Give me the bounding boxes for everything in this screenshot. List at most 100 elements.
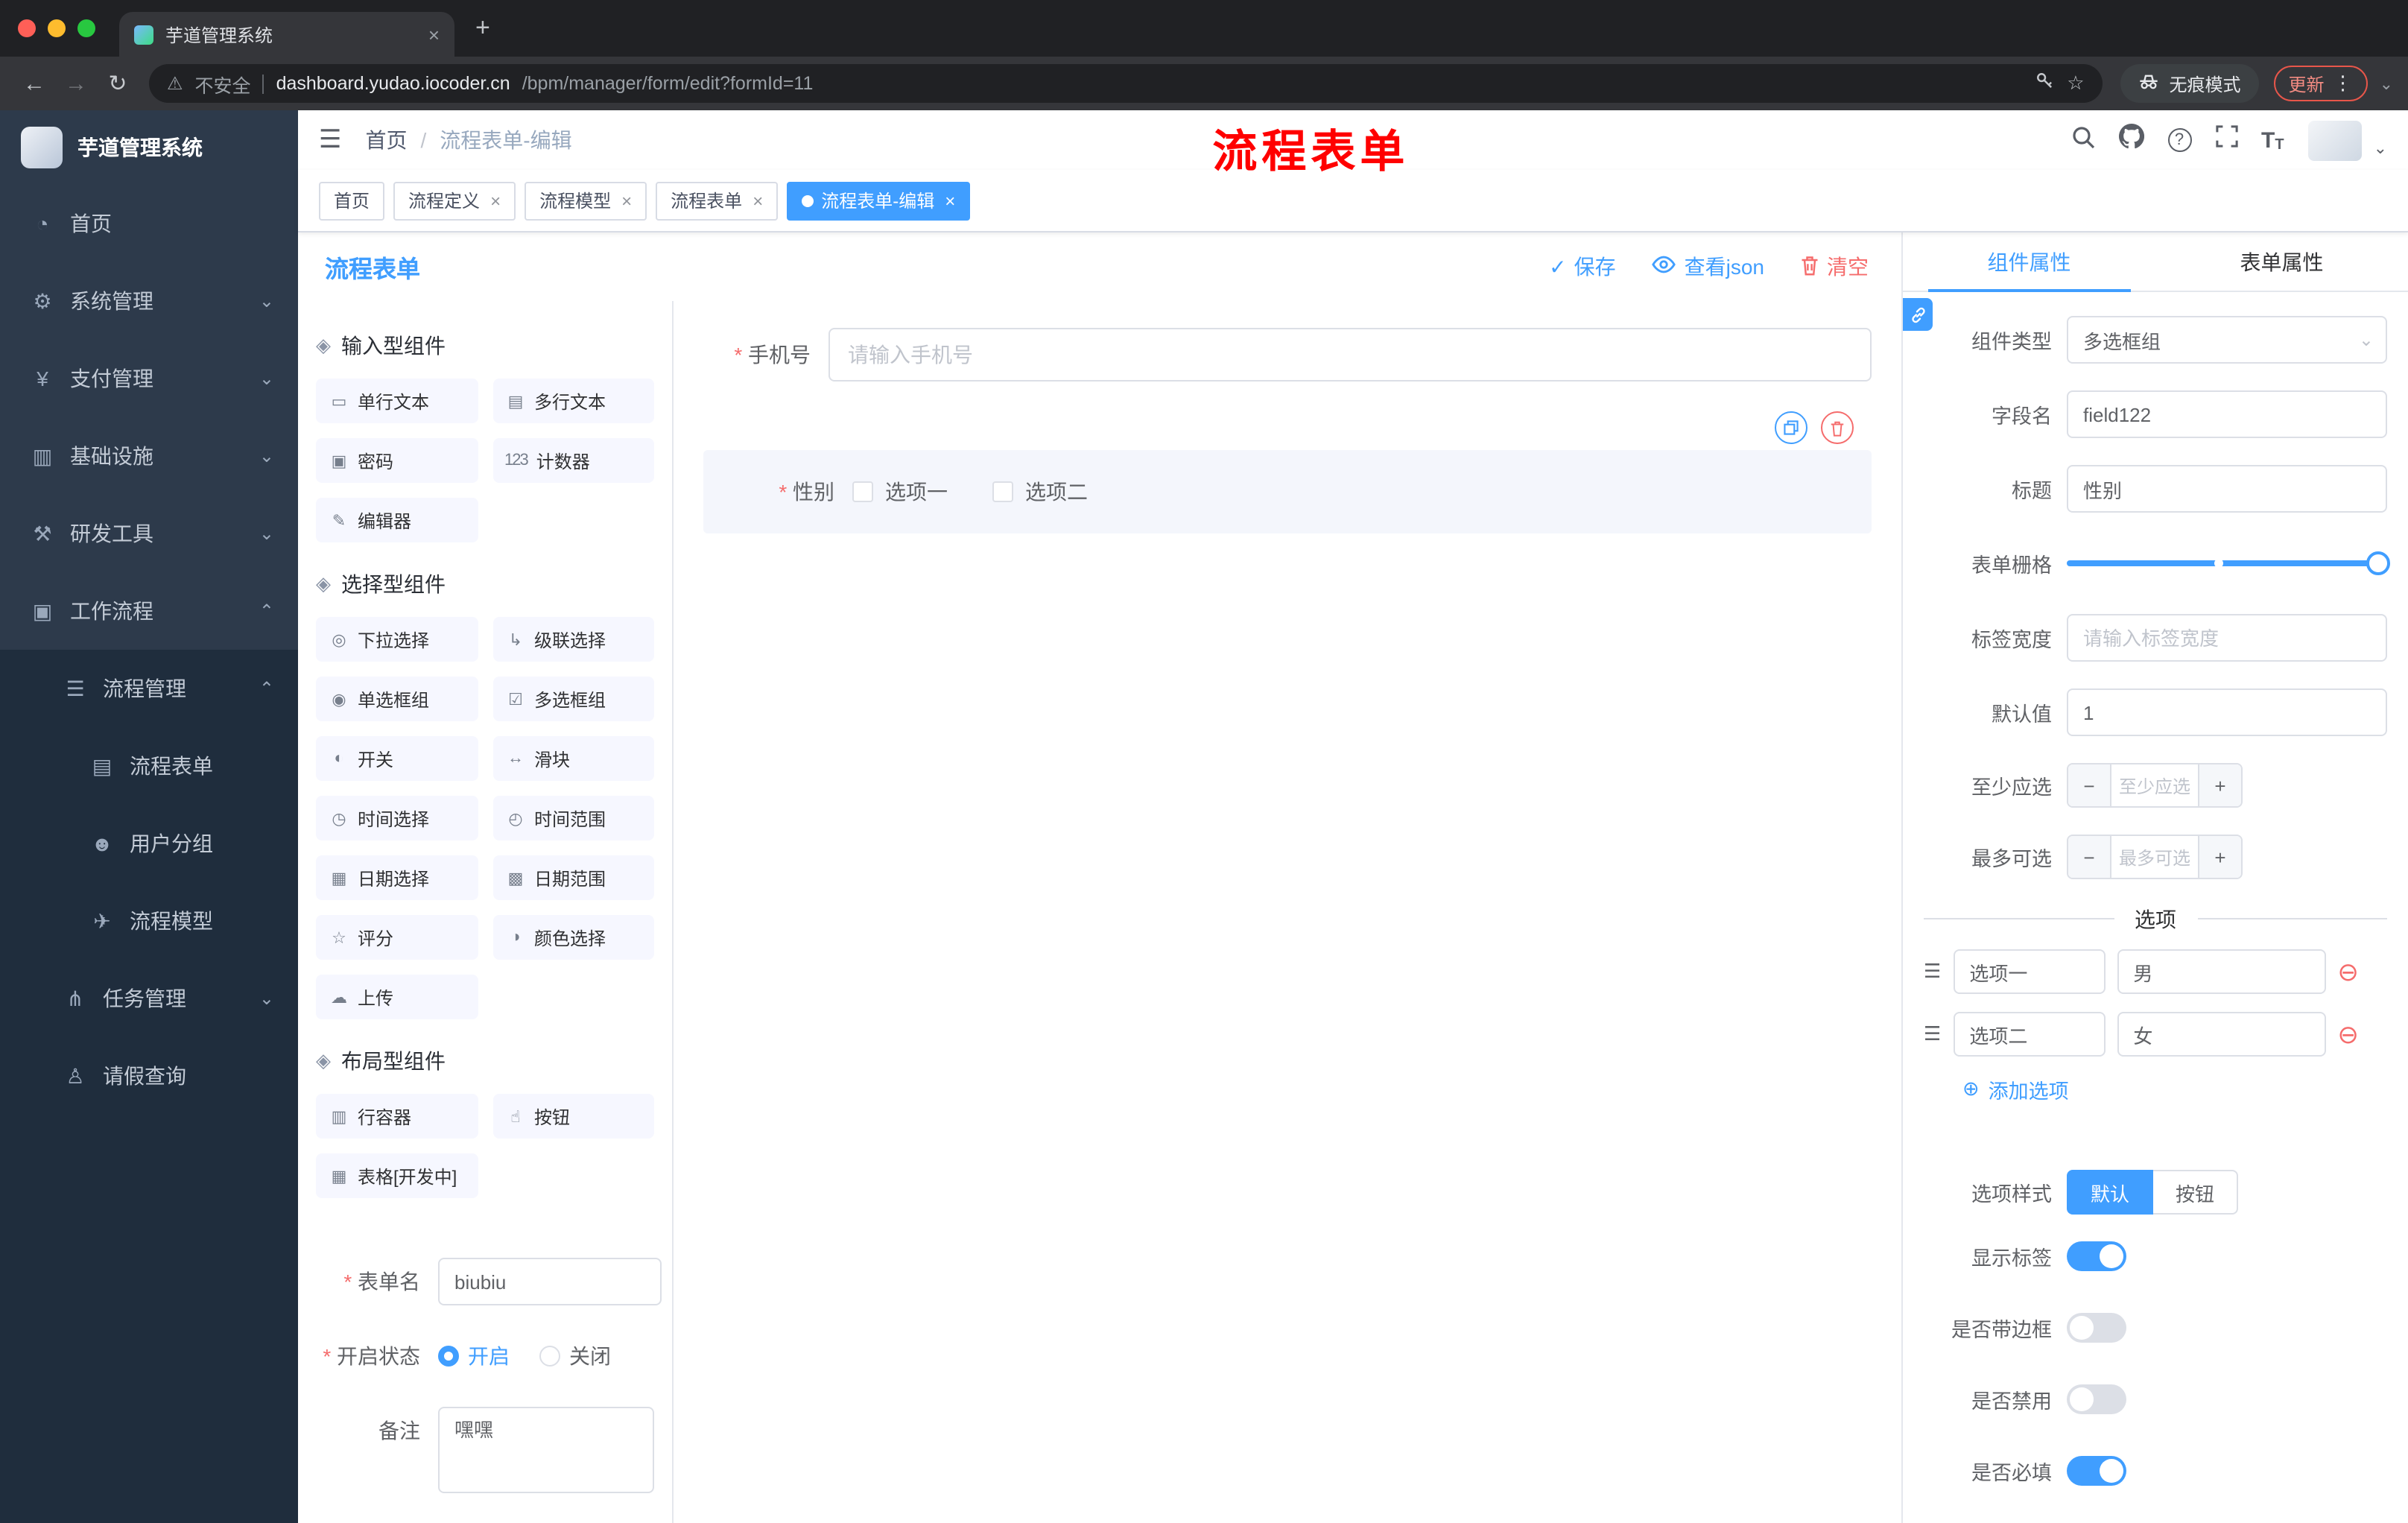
decrease-button[interactable]: − [2068, 836, 2110, 878]
sidebar-menu-item[interactable]: ✈ 流程模型 [0, 882, 298, 960]
component-type-value[interactable] [2067, 316, 2387, 364]
style-default-button[interactable]: 默认 [2067, 1170, 2154, 1215]
component-chip[interactable]: ▩ 日期范围 [492, 855, 654, 900]
remark-textarea[interactable]: 嘿嘿 [438, 1407, 654, 1493]
remove-option-icon[interactable]: ⊖ [2337, 959, 2359, 984]
tab-component-props[interactable]: 组件属性 [1903, 232, 2155, 292]
clear-button[interactable]: 清空 [1800, 252, 1869, 282]
sidebar-menu-item[interactable]: ⚙ 系统管理 ⌄ [0, 262, 298, 340]
checkbox-option-1[interactable]: 选项一 [852, 477, 948, 507]
tag-view-item[interactable]: 流程模型 × [525, 181, 647, 220]
sidebar-menu-item[interactable]: ◔ 首页 [0, 185, 298, 262]
grid-slider[interactable] [2067, 539, 2390, 587]
radio-closed[interactable]: 关闭 [539, 1332, 611, 1380]
tag-close-icon[interactable]: × [621, 190, 632, 211]
component-chip[interactable]: ▣ 密码 [316, 438, 478, 483]
sidebar-menu-item[interactable]: ♙ 请假查询 [0, 1037, 298, 1115]
field-name-input[interactable] [2067, 390, 2387, 438]
label-width-input[interactable] [2067, 614, 2387, 662]
checkbox-option-2[interactable]: 选项二 [992, 477, 1088, 507]
default-value-input[interactable] [2067, 688, 2387, 736]
app-logo[interactable]: 芋道管理系统 [0, 110, 298, 185]
font-size-icon[interactable]: TT [2261, 127, 2284, 153]
component-chip[interactable]: ▥ 行容器 [316, 1094, 478, 1139]
tag-close-icon[interactable]: × [490, 190, 501, 211]
back-button[interactable]: ← [15, 64, 54, 103]
tag-view-item[interactable]: 流程表单-编辑 × [787, 181, 971, 220]
sidebar-menu-item[interactable]: ⋔ 任务管理 ⌄ [0, 960, 298, 1037]
reload-button[interactable]: ↻ [98, 64, 137, 103]
minimize-window-button[interactable] [48, 19, 66, 37]
address-bar[interactable]: ⚠ 不安全 dashboard.yudao.iocoder.cn/bpm/man… [149, 64, 2103, 103]
component-chip[interactable]: ◐ 开关 [316, 736, 478, 781]
phone-input[interactable] [828, 328, 1872, 381]
toggle-switch[interactable] [2067, 1384, 2126, 1414]
component-chip[interactable]: ☑ 多选框组 [492, 677, 654, 721]
close-window-button[interactable] [18, 19, 36, 37]
component-chip[interactable]: ◑ 颜色选择 [492, 915, 654, 960]
search-icon[interactable] [2070, 124, 2094, 156]
new-tab-button[interactable]: + [475, 13, 490, 43]
sidebar-menu-item[interactable]: ¥ 支付管理 ⌄ [0, 340, 298, 417]
bookmark-star-icon[interactable]: ☆ [2067, 72, 2084, 95]
option-name-input[interactable] [1953, 1012, 2106, 1057]
max-select-value[interactable]: 最多可选 [2110, 836, 2199, 878]
tab-form-props[interactable]: 表单属性 [2155, 232, 2408, 291]
password-key-icon[interactable] [2035, 72, 2055, 95]
component-chip[interactable]: ▦ 日期选择 [316, 855, 478, 900]
help-icon[interactable]: ? [2167, 128, 2191, 152]
drag-handle-icon[interactable]: ☰ [1924, 1022, 1941, 1046]
component-chip[interactable]: ▤ 多行文本 [492, 379, 654, 423]
toggle-switch[interactable] [2067, 1456, 2126, 1486]
component-chip[interactable]: ◉ 单选框组 [316, 677, 478, 721]
sidebar-menu-item[interactable]: ☻ 用户分组 [0, 805, 298, 882]
drag-handle-icon[interactable]: ☰ [1924, 960, 1941, 984]
component-chip[interactable]: ☆ 评分 [316, 915, 478, 960]
tag-view-item[interactable]: 流程表单 × [656, 181, 779, 220]
slider-handle[interactable] [2366, 551, 2390, 575]
tag-close-icon[interactable]: × [945, 190, 955, 211]
component-chip[interactable]: ◎ 下拉选择 [316, 617, 478, 662]
view-json-button[interactable]: 查看json [1652, 252, 1764, 282]
browser-menu-icon[interactable]: ⋮ [2333, 72, 2353, 95]
title-input[interactable] [2067, 465, 2387, 513]
update-chip[interactable]: 更新 ⋮ [2273, 66, 2368, 101]
fullscreen-icon[interactable] [2215, 125, 2237, 155]
component-chip[interactable]: ◷ 时间选择 [316, 796, 478, 840]
sidebar-menu-item[interactable]: ☰ 流程管理 ⌃ [0, 650, 298, 727]
canvas-field-phone[interactable]: 手机号 [703, 328, 1872, 381]
user-avatar[interactable] [2307, 120, 2362, 160]
github-icon[interactable] [2117, 123, 2144, 156]
add-option-button[interactable]: ⊕ 添加选项 [1962, 1074, 2387, 1104]
component-chip[interactable]: ↔ 滑块 [492, 736, 654, 781]
component-chip[interactable]: ▭ 单行文本 [316, 379, 478, 423]
sidebar-menu-item[interactable]: ⚒ 研发工具 ⌄ [0, 495, 298, 572]
component-type-select[interactable]: ⌄ [2067, 316, 2387, 364]
form-canvas[interactable]: 手机号 [674, 301, 1901, 1523]
toolbar-overflow-caret-icon[interactable]: ⌄ [2380, 74, 2393, 93]
component-chip[interactable]: ▦ 表格[开发中] [316, 1153, 478, 1198]
forward-button[interactable]: → [57, 64, 95, 103]
link-badge-icon[interactable] [1903, 298, 1933, 331]
tag-view-item[interactable]: 首页 × [319, 181, 385, 220]
breadcrumb-root[interactable]: 首页 [366, 128, 408, 152]
radio-open[interactable]: 开启 [438, 1332, 510, 1380]
copy-field-button[interactable] [1775, 411, 1807, 444]
component-chip[interactable]: 123 计数器 [492, 438, 654, 483]
avatar-caret-icon[interactable]: ⌄ [2374, 138, 2387, 160]
sidebar-menu-item[interactable]: ▣ 工作流程 ⌃ [0, 572, 298, 650]
decrease-button[interactable]: − [2068, 764, 2110, 806]
increase-button[interactable]: + [2199, 764, 2241, 806]
remove-option-icon[interactable]: ⊖ [2337, 1022, 2359, 1047]
toggle-switch[interactable] [2067, 1313, 2126, 1343]
form-name-input[interactable] [438, 1258, 662, 1305]
tag-view-item[interactable]: 流程定义 × [393, 181, 516, 220]
component-chip[interactable]: ◴ 时间范围 [492, 796, 654, 840]
min-select-value[interactable]: 至少应选 [2110, 764, 2199, 806]
option-value-input[interactable] [2117, 949, 2326, 994]
delete-field-button[interactable] [1821, 411, 1854, 444]
component-chip[interactable]: ✎ 编辑器 [316, 498, 478, 542]
style-button-button[interactable]: 按钮 [2153, 1170, 2239, 1215]
toggle-switch[interactable] [2067, 1241, 2126, 1271]
tab-close-icon[interactable]: × [428, 23, 440, 45]
